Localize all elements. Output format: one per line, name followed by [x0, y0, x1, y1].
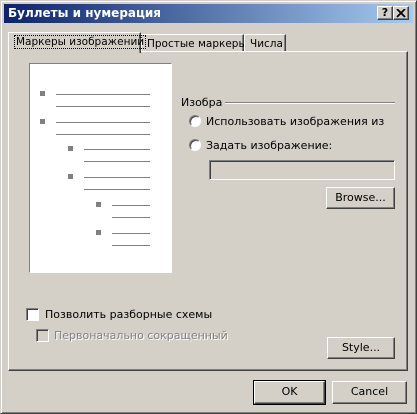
image-path-field[interactable] [209, 160, 395, 180]
close-button[interactable] [393, 6, 409, 20]
group-divider [225, 102, 395, 104]
tab-label: Маркеры изображений [14, 35, 147, 49]
preview-line [112, 217, 150, 218]
tab-picture-bullets[interactable]: Маркеры изображений [8, 32, 147, 53]
preview-bullet [96, 202, 101, 207]
title-bar[interactable]: Буллеты и нумерация ? [4, 4, 413, 23]
close-icon [396, 8, 406, 18]
preview-line [112, 205, 150, 206]
initially-collapsed-label: Первоначально сокращенный [54, 329, 228, 342]
use-theme-images-label[interactable]: Использовать изображения из тем [206, 115, 386, 128]
preview-line [112, 245, 150, 246]
allow-collapsible-checkbox[interactable] [26, 308, 39, 321]
preview-line [56, 122, 150, 123]
preview-line [56, 106, 150, 107]
preview-line [84, 161, 150, 162]
tab-label: Простые маркеры [147, 38, 247, 50]
tab-numbers[interactable]: Числа [244, 34, 286, 52]
browse-button[interactable]: Browse... [326, 187, 395, 209]
preview-line [84, 149, 150, 150]
window-title: Буллеты и нумерация [8, 6, 162, 20]
allow-collapsible-label[interactable]: Позволить разборные схемы [45, 308, 212, 321]
tab-label: Числа [250, 38, 283, 50]
tab-simple-bullets[interactable]: Простые маркеры [141, 34, 247, 52]
preview-line [84, 189, 150, 190]
preview-bullet [68, 174, 73, 179]
image-group-label: Изобра [181, 96, 223, 109]
preview-line [84, 177, 150, 178]
preview-bullet [68, 146, 73, 151]
preview-line [56, 94, 150, 95]
initially-collapsed-checkbox[interactable] [36, 329, 49, 342]
use-theme-images-radio[interactable] [189, 115, 201, 127]
preview-bullet [40, 91, 45, 96]
ok-button[interactable]: OK [253, 380, 326, 405]
bullet-preview [29, 63, 172, 273]
cancel-button[interactable]: Cancel [332, 381, 407, 404]
preview-line [112, 233, 150, 234]
preview-bullet [40, 119, 45, 124]
set-image-label[interactable]: Задать изображение: [206, 139, 332, 152]
preview-bullet [96, 230, 101, 235]
bullets-numbering-dialog: Буллеты и нумерация ? Маркеры изображени… [0, 0, 417, 414]
style-button[interactable]: Style... [327, 337, 395, 359]
tab-panel: Изобра Использовать изображения из тем З… [8, 51, 408, 371]
help-button[interactable]: ? [377, 6, 393, 20]
set-image-radio[interactable] [189, 139, 201, 151]
preview-line [56, 134, 150, 135]
